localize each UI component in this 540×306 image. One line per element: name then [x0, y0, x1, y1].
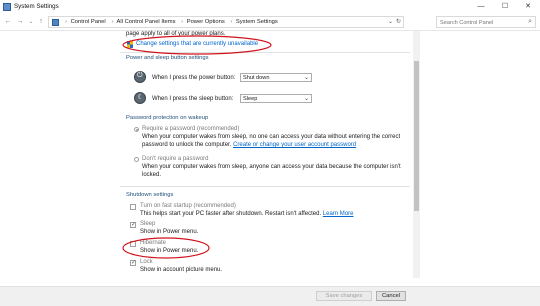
breadcrumb-chevron-icon: ›: [181, 19, 184, 25]
power-button-icon: [134, 71, 146, 83]
lock-label: Lock: [140, 259, 153, 265]
content-area: page apply to all of your power plans. C…: [0, 31, 540, 278]
require-password-desc-text: password to unlock the computer.: [142, 142, 232, 148]
sleep-checkbox[interactable]: [130, 221, 136, 228]
cancel-button[interactable]: Cancel: [376, 291, 406, 301]
scrollbar-thumb[interactable]: [414, 61, 419, 211]
search-box[interactable]: ⌕: [436, 16, 536, 28]
hibernate-desc: Show in Power menu.: [140, 248, 199, 254]
require-password-desc: When your computer wakes from sleep, no …: [142, 134, 401, 140]
forward-arrow-icon[interactable]: →: [15, 16, 25, 28]
back-arrow-icon[interactable]: ←: [3, 16, 13, 28]
recent-chevron-icon[interactable]: ⌄: [26, 16, 36, 28]
dont-require-password-desc: When your computer wakes from sleep, any…: [142, 164, 401, 170]
sleep-button-icon: [134, 92, 146, 104]
divider: [120, 52, 410, 53]
learn-more-link[interactable]: Learn More: [323, 211, 354, 217]
search-input[interactable]: [440, 18, 524, 27]
breadcrumb-chevron-icon: ›: [230, 19, 233, 25]
fast-startup-desc-text: This helps start your PC faster after sh…: [140, 211, 322, 217]
hibernate-label: Hibernate: [140, 240, 167, 246]
breadcrumb-power-options[interactable]: Power Options: [187, 19, 225, 25]
create-password-link[interactable]: Create or change your user account passw…: [233, 142, 356, 148]
close-button[interactable]: ✕: [517, 0, 539, 14]
power-button-value: Shut down: [243, 75, 270, 81]
uac-shield-icon: [127, 41, 133, 48]
dont-require-password-desc-2: locked.: [142, 172, 162, 178]
shutdown-header: Shutdown settings: [126, 192, 174, 198]
sleep-button-label: When I press the sleep button:: [152, 96, 234, 102]
sleep-label: Sleep: [140, 221, 156, 227]
fast-startup-checkbox[interactable]: [130, 204, 136, 210]
breadcrumb-system-settings[interactable]: System Settings: [236, 19, 278, 25]
breadcrumb-chevron-icon: ›: [111, 19, 114, 25]
fast-startup-desc: This helps start your PC faster after sh…: [140, 211, 353, 217]
chevron-down-icon: ⌄: [303, 75, 309, 81]
power-button-select[interactable]: Shut down ⌄: [240, 73, 312, 82]
minimize-button[interactable]: —: [470, 0, 492, 14]
dont-require-password-radio[interactable]: [134, 157, 139, 162]
lock-desc: Show in account picture menu.: [140, 267, 223, 273]
require-password-label: Require a password (recommended): [142, 126, 240, 132]
sleep-button-select[interactable]: Sleep ⌄: [240, 94, 312, 103]
refresh-icon[interactable]: ↻: [396, 18, 401, 25]
title-bar: System Settings — ☐ ✕: [0, 0, 540, 14]
divider: [120, 186, 410, 187]
address-bar[interactable]: › Control Panel › All Control Panel Item…: [48, 16, 404, 28]
change-settings-link[interactable]: Change settings that are currently unava…: [136, 41, 258, 47]
address-dropdown-icon[interactable]: ⌄: [388, 18, 393, 25]
lock-checkbox[interactable]: [130, 259, 136, 266]
maximize-button[interactable]: ☐: [494, 0, 516, 14]
sleep-button-value: Sleep: [243, 96, 258, 102]
footer-bar: Save changes Cancel: [0, 286, 540, 306]
sleep-desc: Show in Power menu.: [140, 229, 199, 235]
fast-startup-label: Turn on fast startup (recommended): [140, 203, 236, 209]
address-bar-row: ← → ⌄ ↑ › Control Panel › All Control Pa…: [0, 14, 540, 31]
dont-require-password-label: Don't require a password: [142, 156, 209, 162]
scrollbar[interactable]: [413, 31, 420, 278]
breadcrumb: › Control Panel › All Control Panel Item…: [63, 19, 280, 25]
power-sleep-header: Power and sleep button settings: [126, 55, 209, 61]
control-panel-small-icon: [52, 19, 59, 26]
control-panel-icon: [3, 3, 11, 11]
chevron-down-icon: ⌄: [303, 96, 309, 102]
breadcrumb-chevron-icon: ›: [65, 19, 67, 25]
settings-panel: page apply to all of your power plans. C…: [120, 31, 410, 278]
save-changes-button[interactable]: Save changes: [316, 291, 372, 301]
require-password-desc-2: password to unlock the computer. Create …: [142, 142, 356, 148]
up-arrow-icon[interactable]: ↑: [36, 16, 46, 28]
breadcrumb-control-panel[interactable]: Control Panel: [71, 19, 106, 25]
search-icon: ⌕: [528, 18, 532, 25]
require-password-radio[interactable]: [134, 127, 139, 132]
hibernate-checkbox[interactable]: [130, 241, 136, 247]
breadcrumb-all-items[interactable]: All Control Panel Items: [117, 19, 176, 25]
window-title: System Settings: [14, 3, 59, 10]
password-header: Password protection on wakeup: [126, 115, 209, 121]
intro-text: page apply to all of your power plans.: [126, 31, 226, 37]
power-button-label: When I press the power button:: [152, 75, 236, 81]
